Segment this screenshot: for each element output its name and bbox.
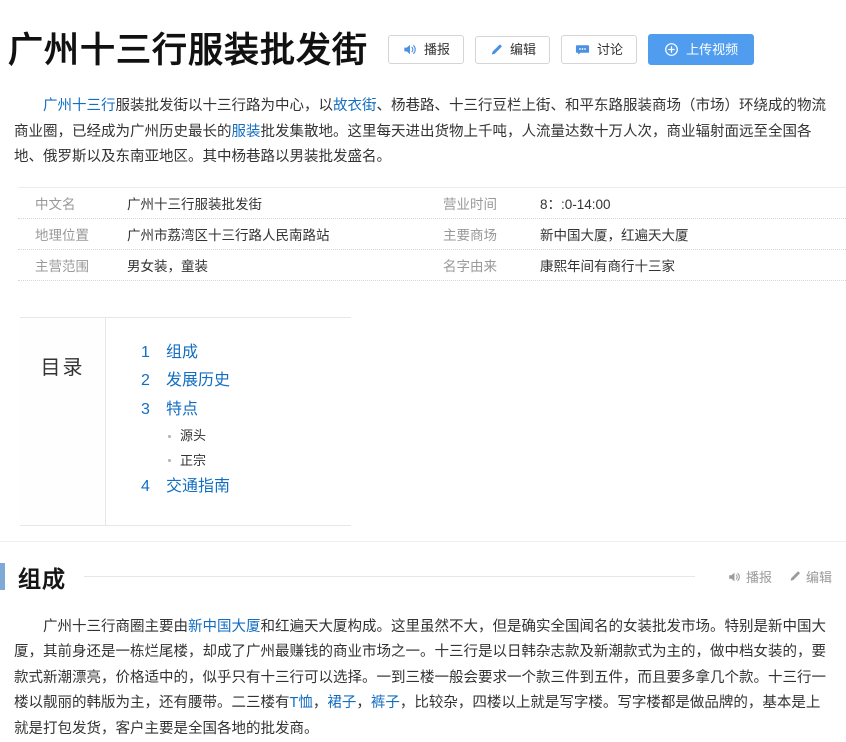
bullet-dot-icon [168,435,171,438]
infobox-label: 主营范围 [35,255,127,275]
toc-item-label: 正宗 [180,449,206,474]
heading-accent-bar [0,563,5,590]
toc-item-label: 组成 [166,344,198,361]
section-edit-button[interactable]: 编辑 [788,567,832,586]
section-title: 组成 [18,560,66,594]
toc-item-number: 3 [141,396,153,425]
upload-video-label: 上传视频 [686,43,738,56]
infobox-row: 中文名 广州十三行服装批发街 营业时间 8：:0-14:00 [18,188,846,219]
toc-item-zucheng[interactable]: 1 组成 [141,339,351,368]
section-zucheng: 组成 播报 编辑 广州十三行商圈主要由新中国大厦和红遍天大厦构成。这里虽然不大，… [0,541,846,742]
toc-label: 目录 [20,318,106,525]
infobox-value: 广州市荔湾区十三行路人民南路站 [127,224,443,244]
discuss-label: 讨论 [597,43,623,56]
comment-icon [575,42,590,57]
infobox-row: 主营范围 男女装，童装 名字由来 康熙年间有商行十三家 [18,250,846,281]
pencil-icon [489,43,503,57]
toc-item-number: 2 [141,367,153,396]
section-edit-label: 编辑 [806,567,832,586]
plus-circle-icon [664,42,679,57]
edit-button[interactable]: 编辑 [475,36,550,64]
infobox-value: 男女装，童装 [127,255,443,275]
table-of-contents: 目录 1 组成 2 发展历史 3 特点 源头 正宗 4 交通指南 [20,317,351,526]
bullet-dot-icon [168,459,171,462]
link-fuzhuang[interactable]: 服装 [232,124,261,140]
toc-item-fazhan-lishi[interactable]: 2 发展历史 [141,367,351,396]
body-text-segment: ， [313,695,328,711]
discuss-button[interactable]: 讨论 [561,35,637,64]
section-broadcast-label: 播报 [746,567,772,586]
link-new-china-plaza[interactable]: 新中国大厦 [188,619,261,635]
toc-list: 1 组成 2 发展历史 3 特点 源头 正宗 4 交通指南 [106,318,351,525]
toc-subitem-zhengzong[interactable]: 正宗 [141,449,351,474]
toc-item-jiaotong-zhinan[interactable]: 4 交通指南 [141,473,351,502]
lede-paragraph: 广州十三行服装批发街以十三行路为中心，以故衣街、杨巷路、十三行豆栏上街、和平东路… [14,94,832,171]
toc-item-number: 1 [141,339,153,368]
toc-item-label: 发展历史 [166,372,230,389]
toc-item-label: 交通指南 [166,478,230,495]
edit-label: 编辑 [510,43,536,56]
toc-item-label: 源头 [180,424,206,449]
infobox: 中文名 广州十三行服装批发街 营业时间 8：:0-14:00 地理位置 广州市荔… [18,187,846,281]
infobox-value: 新中国大厦，红遍天大厦 [540,224,846,244]
infobox-label: 中文名 [35,193,127,213]
toc-item-number: 4 [141,473,153,502]
pencil-icon [788,570,801,583]
body-text-segment: 广州十三行商圈主要由 [43,619,188,635]
broadcast-button[interactable]: 播报 [388,35,464,64]
section-heading-row: 组成 播报 编辑 [0,560,846,594]
infobox-row: 地理位置 广州市荔湾区十三行路人民南路站 主要商场 新中国大厦，红遍天大厦 [18,219,846,250]
link-guyi-street[interactable]: 故衣街 [333,98,377,114]
toc-subitem-yuantou[interactable]: 源头 [141,424,351,449]
lede-text-segment: 服装批发街以十三行路为中心，以 [116,98,334,114]
section-broadcast-button[interactable]: 播报 [727,567,772,586]
link-guangzhou-thirteen-hongs[interactable]: 广州十三行 [43,98,116,114]
toc-item-tedian[interactable]: 3 特点 [141,396,351,425]
infobox-label: 地理位置 [35,224,127,244]
title-row: 广州十三行服装批发街 播报 编辑 讨论 [0,0,846,73]
upload-video-button[interactable]: 上传视频 [648,34,754,65]
broadcast-label: 播报 [424,43,450,56]
link-skirt[interactable]: 裙子 [327,695,356,711]
title-toolbar: 播报 编辑 讨论 上传视频 [388,34,754,65]
infobox-label: 营业时间 [443,193,540,213]
page-title: 广州十三行服装批发街 [8,22,368,73]
section-body-paragraph: 广州十三行商圈主要由新中国大厦和红遍天大厦构成。这里虽然不大，但是确实全国闻名的… [14,615,832,742]
body-text-segment: ， [356,695,371,711]
infobox-label: 主要商场 [443,224,540,244]
infobox-value: 8：:0-14:00 [540,193,846,213]
link-pants[interactable]: 裤子 [371,695,400,711]
infobox-value: 广州十三行服装批发街 [127,193,443,213]
baike-article-page: 广州十三行服装批发街 播报 编辑 讨论 [0,0,846,702]
toc-item-label: 特点 [166,401,198,418]
infobox-label: 名字由来 [443,255,540,275]
speaker-icon [402,42,417,57]
heading-rule [84,576,695,577]
speaker-icon [727,570,741,584]
infobox-value: 康熙年间有商行十三家 [540,255,846,275]
link-tshirt[interactable]: T恤 [290,695,313,711]
